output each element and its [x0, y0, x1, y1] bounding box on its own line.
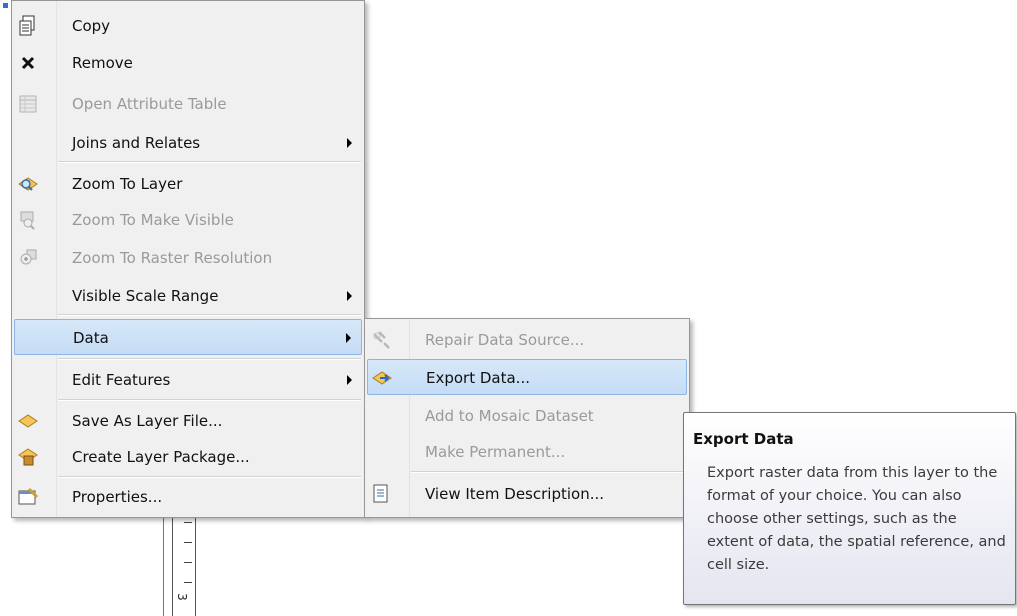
- menu-item-label: Remove: [72, 54, 133, 72]
- repair-icon: [369, 328, 393, 352]
- menu-item-zoom-to-layer[interactable]: Zoom To Layer: [14, 166, 362, 202]
- menu-item-zoom-to-make-visible[interactable]: Zoom To Make Visible: [14, 202, 362, 238]
- menu-item-label: Add to Mosaic Dataset: [425, 407, 594, 425]
- menu-separator: [58, 314, 361, 316]
- menu-item-view-item-description[interactable]: View Item Description...: [367, 476, 687, 512]
- menu-item-export-data[interactable]: Export Data...: [367, 359, 687, 395]
- menu-item-edit-features[interactable]: Edit Features: [14, 362, 362, 398]
- menu-item-joins-and-relates[interactable]: Joins and Relates: [14, 125, 362, 161]
- submenu-arrow-icon: [347, 138, 352, 148]
- menu-item-data[interactable]: Data: [14, 319, 362, 355]
- menu-separator: [58, 161, 361, 163]
- ruler-label: 3: [174, 593, 189, 601]
- submenu-arrow-icon: [347, 375, 352, 385]
- menu-item-label: Repair Data Source...: [425, 331, 585, 349]
- selection-marker: [3, 3, 8, 8]
- menu-item-create-layer-package[interactable]: Create Layer Package...: [14, 439, 362, 475]
- ruler-tick: [184, 582, 192, 583]
- menu-item-label: Zoom To Raster Resolution: [72, 249, 273, 267]
- menu-separator: [58, 399, 361, 401]
- menu-item-label: Data: [73, 329, 109, 347]
- layer-package-icon: [16, 445, 40, 469]
- export-data-tooltip: Export Data Export raster data from this…: [683, 412, 1016, 605]
- menu-item-label: Make Permanent...: [425, 443, 566, 461]
- menu-item-label: Visible Scale Range: [72, 287, 219, 305]
- item-description-icon: [369, 482, 393, 506]
- submenu-arrow-icon: [347, 291, 352, 301]
- copy-icon: [16, 14, 40, 38]
- menu-separator: [411, 471, 686, 473]
- menu-separator: [58, 476, 361, 478]
- export-data-icon: [370, 366, 394, 390]
- menu-item-label: Zoom To Layer: [72, 175, 183, 193]
- menu-item-zoom-to-raster-resolution[interactable]: Zoom To Raster Resolution: [14, 240, 362, 276]
- menu-item-visible-scale-range[interactable]: Visible Scale Range: [14, 278, 362, 314]
- menu-item-copy[interactable]: Copy: [14, 8, 362, 44]
- submenu-arrow-icon: [346, 333, 351, 343]
- zoom-raster-icon: [16, 246, 40, 270]
- zoom-visible-icon: [16, 208, 40, 232]
- menu-item-properties[interactable]: Properties...: [14, 479, 362, 515]
- tooltip-body: Export raster data from this layer to th…: [707, 465, 1006, 573]
- menu-separator: [58, 358, 361, 360]
- layer-context-menu: Copy Remove Open Attribute Table Joins a…: [11, 0, 365, 518]
- menu-item-repair-data-source[interactable]: Repair Data Source...: [367, 322, 687, 358]
- menu-item-label: Open Attribute Table: [72, 95, 227, 113]
- menu-item-add-to-mosaic-dataset[interactable]: Add to Mosaic Dataset: [367, 398, 687, 434]
- menu-item-label: Create Layer Package...: [72, 448, 250, 466]
- menu-item-open-attribute-table[interactable]: Open Attribute Table: [14, 86, 362, 122]
- menu-item-label: Copy: [72, 17, 111, 35]
- menu-item-label: Export Data...: [426, 369, 530, 387]
- ruler-tick: [184, 522, 192, 523]
- menu-item-label: Properties...: [72, 488, 163, 506]
- menu-item-label: Joins and Relates: [72, 134, 201, 152]
- ruler-tick: [184, 562, 192, 563]
- table-icon: [16, 92, 40, 116]
- menu-item-label: Edit Features: [72, 371, 171, 389]
- data-submenu: Repair Data Source... Export Data... Add…: [364, 318, 690, 518]
- menu-item-make-permanent[interactable]: Make Permanent...: [367, 434, 687, 470]
- remove-x-icon: [16, 51, 40, 75]
- menu-item-remove[interactable]: Remove: [14, 45, 362, 81]
- layer-file-icon: [16, 409, 40, 433]
- menu-item-label: Save As Layer File...: [72, 412, 223, 430]
- tooltip-title: Export Data: [693, 430, 794, 448]
- ruler-tick: [184, 542, 192, 543]
- menu-item-label: View Item Description...: [425, 485, 605, 503]
- menu-item-save-as-layer-file[interactable]: Save As Layer File...: [14, 403, 362, 439]
- zoom-to-layer-icon: [16, 172, 40, 196]
- menu-item-label: Zoom To Make Visible: [72, 211, 234, 229]
- properties-icon: [16, 485, 40, 509]
